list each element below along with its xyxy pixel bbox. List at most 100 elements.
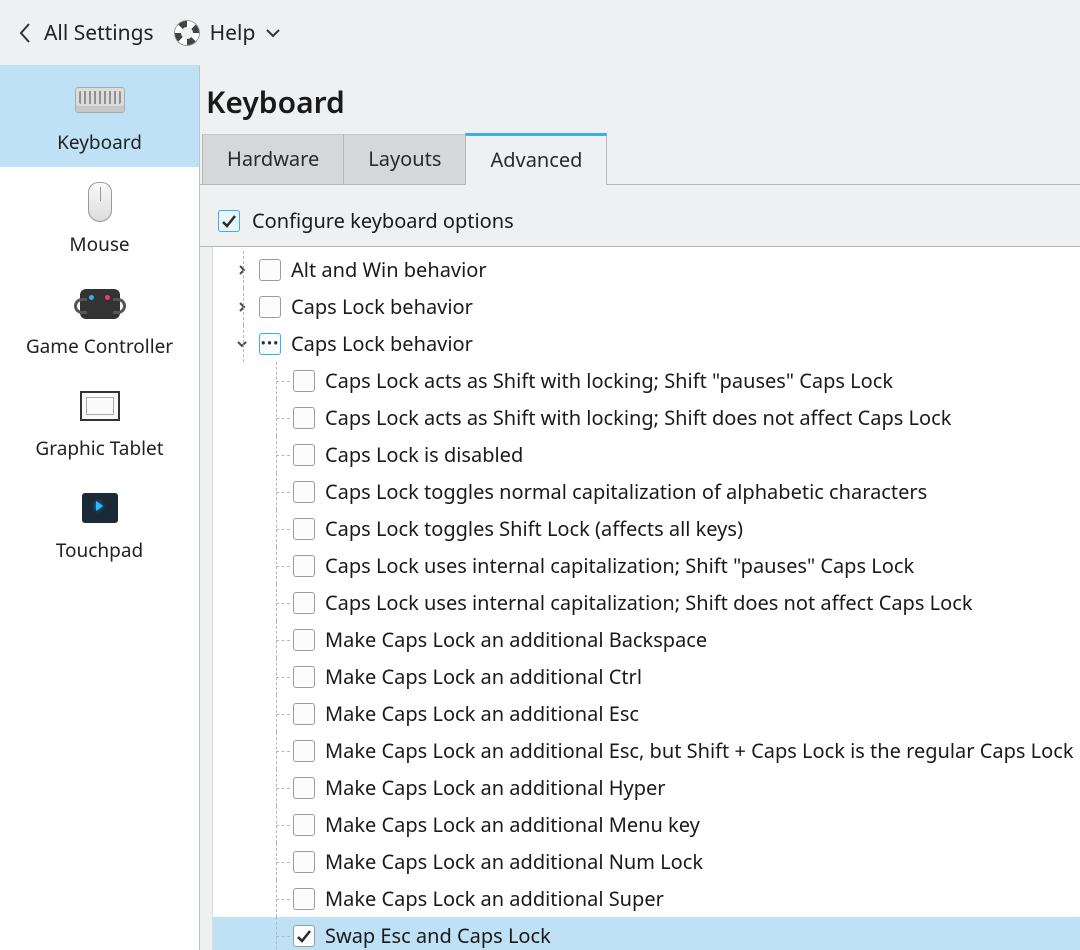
check-icon xyxy=(296,928,312,944)
tree-option[interactable]: Caps Lock acts as Shift with locking; Sh… xyxy=(213,399,1080,436)
option-checkbox[interactable] xyxy=(293,777,315,799)
tree-option-label: Swap Esc and Caps Lock xyxy=(325,922,551,949)
help-menu-button[interactable]: Help xyxy=(174,19,282,47)
option-checkbox[interactable] xyxy=(259,259,281,281)
tree-option[interactable]: Make Caps Lock an additional Menu key xyxy=(213,806,1080,843)
option-checkbox[interactable] xyxy=(293,481,315,503)
sidebar-item-label: Keyboard xyxy=(57,129,142,155)
sidebar-item-touchpad[interactable]: Touchpad xyxy=(0,473,199,575)
device-sidebar: Keyboard Mouse Game Controller Graphic T… xyxy=(0,65,200,950)
option-checkbox[interactable] xyxy=(293,851,315,873)
keyboard-icon xyxy=(75,79,125,121)
sidebar-item-label: Mouse xyxy=(69,231,129,257)
sidebar-item-graphic-tablet[interactable]: Graphic Tablet xyxy=(0,371,199,473)
option-checkbox[interactable] xyxy=(293,370,315,392)
tab-label: Hardware xyxy=(227,145,319,172)
configure-label: Configure keyboard options xyxy=(252,207,514,234)
tree-option-label: Caps Lock acts as Shift with locking; Sh… xyxy=(325,404,951,431)
tree-option[interactable]: Caps Lock toggles Shift Lock (affects al… xyxy=(213,510,1080,547)
touchpad-icon xyxy=(82,487,118,529)
tree-option[interactable]: Make Caps Lock an additional Ctrl xyxy=(213,658,1080,695)
options-tree[interactable]: Alt and Win behaviorCaps Lock behavior••… xyxy=(212,247,1080,950)
tree-group-altwin[interactable]: Alt and Win behavior xyxy=(213,251,1080,288)
tree-option[interactable]: Caps Lock toggles normal capitalization … xyxy=(213,473,1080,510)
sidebar-item-label: Graphic Tablet xyxy=(35,435,163,461)
mouse-icon xyxy=(88,181,112,223)
sidebar-item-game-controller[interactable]: Game Controller xyxy=(0,269,199,371)
tree-option-label: Make Caps Lock an additional Hyper xyxy=(325,774,666,801)
tree-group-caps2[interactable]: ••• Caps Lock behavior xyxy=(213,325,1080,362)
tree-option-label: Make Caps Lock an additional Backspace xyxy=(325,626,707,653)
option-checkbox[interactable] xyxy=(293,888,315,910)
configure-keyboard-options-row[interactable]: Configure keyboard options xyxy=(200,193,1080,247)
help-label: Help xyxy=(210,19,256,47)
content-header: Keyboard Hardware Layouts Advanced xyxy=(200,65,1080,193)
tab-bar: Hardware Layouts Advanced xyxy=(200,132,1080,185)
main-split: Keyboard Mouse Game Controller Graphic T… xyxy=(0,65,1080,950)
option-checkbox[interactable] xyxy=(293,703,315,725)
collapse-icon[interactable] xyxy=(233,335,251,353)
tree-option[interactable]: Make Caps Lock an additional Esc, but Sh… xyxy=(213,732,1080,769)
tree-option[interactable]: Caps Lock uses internal capitalization; … xyxy=(213,584,1080,621)
option-checkbox[interactable] xyxy=(293,555,315,577)
content-pane: Keyboard Hardware Layouts Advanced Confi… xyxy=(200,65,1080,950)
tab-label: Layouts xyxy=(368,145,441,172)
tree-option-label: Caps Lock toggles normal capitalization … xyxy=(325,478,927,505)
tree-option-label: Caps Lock uses internal capitalization; … xyxy=(325,589,973,616)
tree-option[interactable]: Swap Esc and Caps Lock xyxy=(213,917,1080,950)
tristate-icon: ••• xyxy=(261,337,280,351)
tree-option[interactable]: Caps Lock acts as Shift with locking; Sh… xyxy=(213,362,1080,399)
tree-option-label: Make Caps Lock an additional Esc, but Sh… xyxy=(325,737,1074,764)
tab-advanced[interactable]: Advanced xyxy=(465,133,607,185)
tree-option[interactable]: Caps Lock is disabled xyxy=(213,436,1080,473)
tree-option-label: Make Caps Lock an additional Menu key xyxy=(325,811,700,838)
configure-checkbox[interactable] xyxy=(218,210,240,232)
option-checkbox[interactable] xyxy=(293,444,315,466)
option-checkbox[interactable] xyxy=(293,592,315,614)
sidebar-item-keyboard[interactable]: Keyboard xyxy=(0,65,199,167)
tree-group-label: Caps Lock behavior xyxy=(291,293,473,320)
tree-option-label: Make Caps Lock an additional Super xyxy=(325,885,664,912)
tree-option-label: Caps Lock uses internal capitalization; … xyxy=(325,552,914,579)
tree-option[interactable]: Make Caps Lock an additional Backspace xyxy=(213,621,1080,658)
tree-option-label: Caps Lock acts as Shift with locking; Sh… xyxy=(325,367,893,394)
graphic-tablet-icon xyxy=(80,385,120,427)
tab-hardware[interactable]: Hardware xyxy=(202,134,344,184)
tree-option[interactable]: Make Caps Lock an additional Super xyxy=(213,880,1080,917)
option-checkbox[interactable] xyxy=(293,629,315,651)
option-checkbox[interactable] xyxy=(259,296,281,318)
back-label: All Settings xyxy=(44,19,154,47)
option-checkbox[interactable] xyxy=(293,666,315,688)
tree-option-label: Make Caps Lock an additional Ctrl xyxy=(325,663,642,690)
chevron-left-icon xyxy=(18,22,32,44)
option-checkbox[interactable] xyxy=(293,407,315,429)
tab-layouts[interactable]: Layouts xyxy=(343,134,466,184)
tree-option-label: Caps Lock toggles Shift Lock (affects al… xyxy=(325,515,743,542)
gamepad-icon xyxy=(80,283,120,325)
help-lifering-icon xyxy=(174,20,200,46)
check-icon xyxy=(221,213,237,229)
tab-label: Advanced xyxy=(490,146,582,173)
option-checkbox[interactable] xyxy=(293,814,315,836)
page-title: Keyboard xyxy=(200,81,1080,122)
tree-group-caps1[interactable]: Caps Lock behavior xyxy=(213,288,1080,325)
sidebar-item-mouse[interactable]: Mouse xyxy=(0,167,199,269)
tree-option[interactable]: Caps Lock uses internal capitalization; … xyxy=(213,547,1080,584)
option-checkbox[interactable] xyxy=(293,925,315,947)
tree-option[interactable]: Make Caps Lock an additional Esc xyxy=(213,695,1080,732)
tree-group-label: Caps Lock behavior xyxy=(291,330,473,357)
tree-option-label: Make Caps Lock an additional Esc xyxy=(325,700,639,727)
tree-option-label: Caps Lock is disabled xyxy=(325,441,523,468)
sidebar-item-label: Touchpad xyxy=(56,537,143,563)
top-toolbar: All Settings Help xyxy=(0,0,1080,65)
chevron-down-icon xyxy=(265,27,281,39)
expand-icon[interactable] xyxy=(233,261,251,279)
tree-option[interactable]: Make Caps Lock an additional Hyper xyxy=(213,769,1080,806)
option-checkbox[interactable] xyxy=(293,518,315,540)
back-all-settings-button[interactable]: All Settings xyxy=(18,19,154,47)
option-checkbox[interactable]: ••• xyxy=(259,333,281,355)
expand-icon[interactable] xyxy=(233,298,251,316)
tree-option-label: Make Caps Lock an additional Num Lock xyxy=(325,848,703,875)
tree-option[interactable]: Make Caps Lock an additional Num Lock xyxy=(213,843,1080,880)
option-checkbox[interactable] xyxy=(293,740,315,762)
